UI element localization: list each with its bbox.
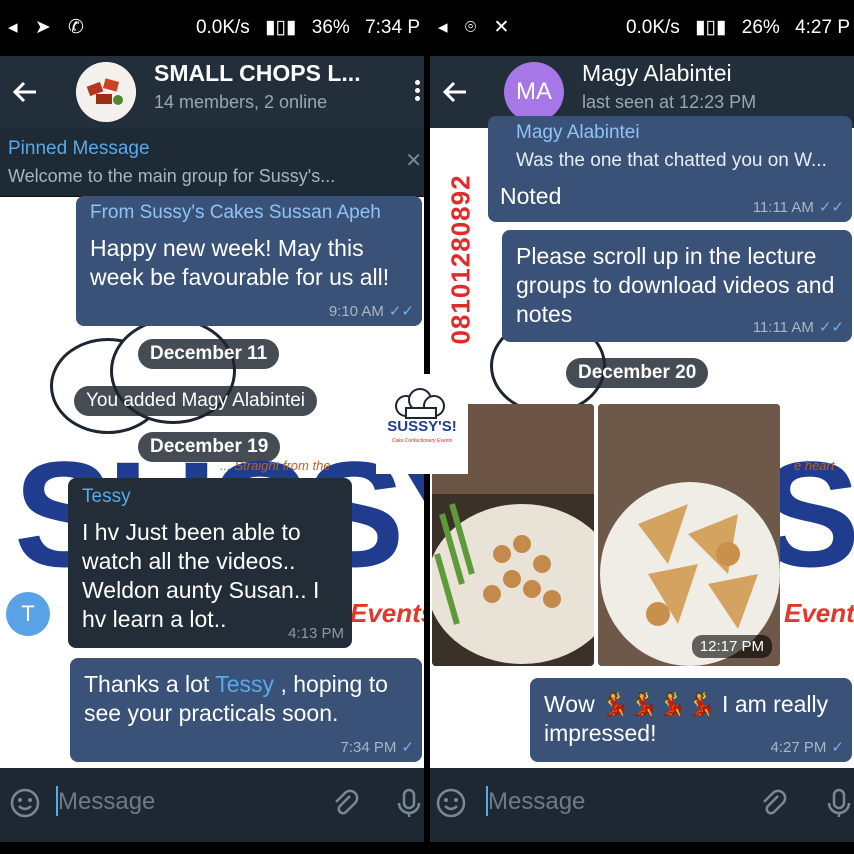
samosa-photo-icon: [598, 404, 780, 666]
status-bar: ◂ ⌾ ✕ 0.0K/s ▮▯▮ 26% 4:27 P: [430, 0, 854, 56]
emoji-icon[interactable]: [434, 786, 468, 820]
notification-icons: ◂ ➤ ✆: [8, 17, 90, 38]
date-separator: December 11: [138, 339, 280, 369]
message-time: 11:11 AM: [752, 199, 814, 216]
quoted-text[interactable]: Was the one that chatted you on W...: [516, 150, 827, 172]
battery-level: 26%: [741, 17, 780, 38]
microphone-icon[interactable]: [822, 786, 854, 820]
tagline-watermark: e heart: [794, 458, 835, 473]
left-chat-screen: ◂ ➤ ✆ 0.0K/s ▮▯▮ 36% 7:34 P SMALL CHOPS …: [0, 0, 424, 854]
outgoing-message[interactable]: Thanks a lot Tessy , hoping to see your …: [70, 658, 422, 762]
incoming-message[interactable]: Tessy I hv Just been able to watch all t…: [68, 478, 352, 648]
sender-avatar[interactable]: T: [6, 592, 50, 636]
pinned-preview: Welcome to the main group for Sussy's...: [8, 166, 336, 186]
pinned-message-bar[interactable]: Pinned Message Welcome to the main group…: [0, 128, 424, 197]
message-input[interactable]: Message: [488, 788, 585, 816]
quoted-sender[interactable]: Magy Alabintei: [516, 122, 640, 144]
message-time: 11:11 AM: [752, 319, 814, 336]
attach-icon[interactable]: [328, 786, 362, 820]
contact-avatar[interactable]: MA: [504, 62, 564, 122]
outgoing-message[interactable]: Wow 💃💃💃💃 I am really impressed! 4:27 PM ✓: [530, 678, 852, 762]
pinned-label: Pinned Message: [8, 138, 150, 159]
microphone-icon[interactable]: [392, 786, 424, 820]
message-text: Wow: [544, 691, 602, 717]
attach-icon[interactable]: [756, 786, 790, 820]
food-plate-icon: [76, 62, 136, 122]
signal-icon: ▮▯▮: [695, 17, 727, 38]
close-icon[interactable]: ✕: [405, 148, 422, 173]
read-ticks-icon: ✓✓: [818, 199, 844, 216]
network-speed: 0.0K/s: [625, 17, 680, 38]
message-time: 4:27 PM: [770, 739, 827, 756]
chat-header: SMALL CHOPS L... 14 members, 2 online: [0, 56, 424, 128]
read-ticks-icon: ✓✓: [818, 319, 844, 336]
phone-number: 08101280892: [445, 174, 476, 345]
signal-icon: ▮▯▮: [265, 17, 297, 38]
clock: 4:27 P: [795, 17, 850, 38]
group-members-status: 14 members, 2 online: [154, 92, 328, 112]
message-text: Noted: [500, 183, 562, 209]
notification-icons: ◂ ⌾ ✕: [438, 17, 516, 38]
dancer-emoji-icon: 💃💃💃💃: [601, 691, 716, 717]
forwarded-from[interactable]: From Sussy's Cakes Sussan Apeh: [90, 202, 381, 224]
message-text: Please scroll up in the lecture groups t…: [516, 243, 835, 327]
group-title[interactable]: SMALL CHOPS L...: [154, 60, 361, 87]
service-message: You added Magy Alabintei: [74, 386, 318, 416]
more-menu-icon[interactable]: [412, 78, 422, 108]
message-time: 9:10 AM: [328, 303, 384, 320]
read-ticks-icon: ✓✓: [388, 303, 414, 320]
phone-number-overlay: 08101280892: [436, 140, 486, 376]
message-input[interactable]: Message: [58, 788, 155, 816]
emoji-icon[interactable]: [8, 786, 42, 820]
brand-logo: SUSSY'S! Cake Confectionery Events: [376, 374, 468, 474]
logo-text: SUSSY'S!: [387, 418, 457, 435]
food-photo[interactable]: 12:17 PM: [598, 404, 780, 666]
date-separator: December 20: [566, 358, 709, 388]
group-avatar[interactable]: [76, 62, 136, 122]
outgoing-message[interactable]: Please scroll up in the lecture groups t…: [502, 230, 852, 342]
sender-name[interactable]: Tessy: [82, 486, 131, 508]
back-arrow-icon[interactable]: [6, 72, 46, 112]
logo-tagline: Cake Confectionery Events: [391, 438, 453, 444]
network-speed: 0.0K/s: [195, 17, 250, 38]
battery-level: 36%: [311, 17, 350, 38]
status-bar: ◂ ➤ ✆ 0.0K/s ▮▯▮ 36% 7:34 P: [0, 0, 424, 56]
date-separator: December 19: [138, 432, 281, 462]
outgoing-message[interactable]: Magy Alabintei Was the one that chatted …: [488, 116, 852, 222]
message-composer: Message: [430, 768, 854, 842]
right-chat-screen: ◂ ⌾ ✕ 0.0K/s ▮▯▮ 26% 4:27 P MA Magy Alab…: [430, 0, 854, 854]
message-composer: Message: [0, 768, 424, 842]
photo-time: 12:17 PM: [691, 635, 772, 658]
events-watermark: Events: [784, 598, 854, 628]
mention-link[interactable]: Tessy: [215, 671, 274, 697]
message-time: 7:34 PM: [340, 739, 397, 756]
events-watermark: Events: [350, 598, 424, 628]
message-text: Happy new week! May this week be favoura…: [90, 235, 390, 290]
message-time: 4:13 PM: [288, 625, 344, 642]
read-tick-icon: ✓: [401, 739, 414, 756]
contact-name[interactable]: Magy Alabintei: [582, 60, 732, 87]
back-arrow-icon[interactable]: [436, 72, 476, 112]
clock: 7:34 P: [365, 17, 420, 38]
message-text: I hv Just been able to watch all the vid…: [82, 519, 320, 632]
forwarded-message[interactable]: From Sussy's Cakes Sussan Apeh Happy new…: [76, 196, 422, 326]
read-tick-icon: ✓: [831, 739, 844, 756]
message-text: Thanks a lot: [84, 671, 216, 697]
last-seen-status: last seen at 12:23 PM: [582, 92, 757, 112]
